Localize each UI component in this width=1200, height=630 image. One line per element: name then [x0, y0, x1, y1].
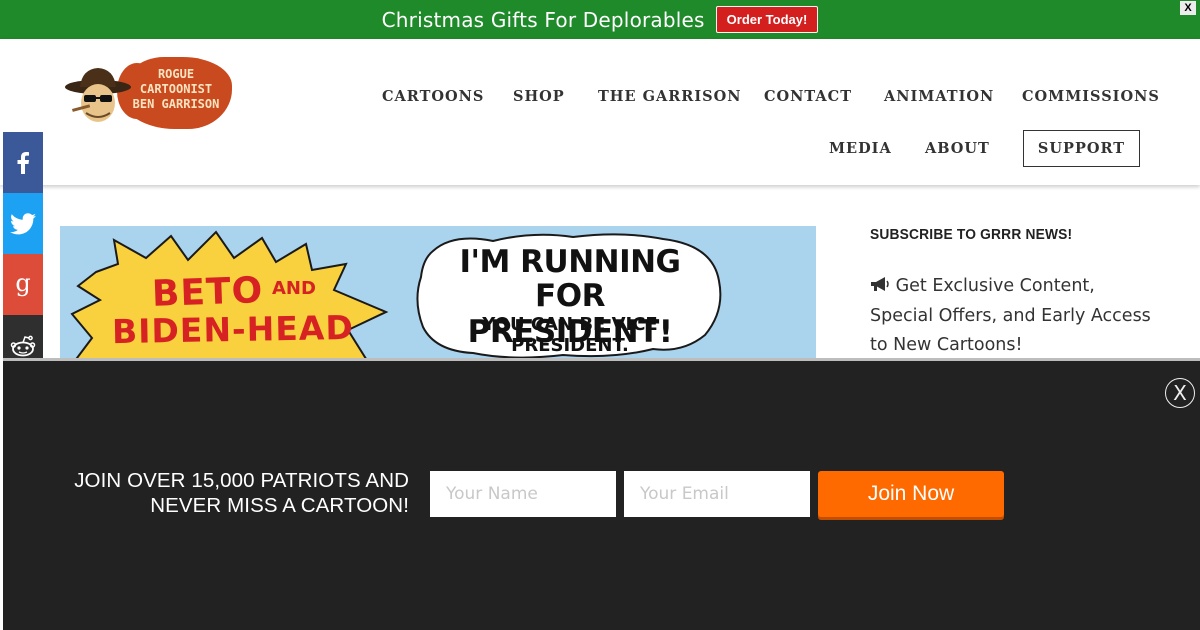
megaphone-icon	[871, 277, 889, 291]
promo-banner: Christmas Gifts For Deplorables Order To…	[0, 0, 1200, 39]
share-twitter-button[interactable]	[3, 193, 43, 254]
popup-headline: JOIN OVER 15,000 PATRIOTS AND NEVER MISS…	[63, 468, 409, 518]
nav-item-commissions[interactable]: COMMISSIONS	[1022, 88, 1160, 105]
popup-close-button[interactable]: X	[1165, 378, 1195, 408]
order-today-button[interactable]: Order Today!	[715, 6, 819, 33]
cartoon-title-beto: BETO	[151, 270, 264, 315]
cartoon-title-and: AND	[272, 278, 316, 299]
promo-text: Christmas Gifts For Deplorables	[381, 7, 705, 32]
facebook-icon	[17, 151, 29, 174]
nav-item-about[interactable]: ABOUT	[925, 140, 990, 157]
subscribe-text: Get Exclusive Content, Special Offers, a…	[870, 276, 1151, 355]
newsletter-popup: X JOIN OVER 15,000 PATRIOTS AND NEVER MI…	[3, 358, 1200, 630]
nav-item-animation[interactable]: ANIMATION	[884, 88, 994, 105]
site-logo[interactable]: ROGUE CARTOONIST BEN GARRISON	[62, 55, 232, 131]
email-input[interactable]	[624, 471, 810, 517]
nav-item-shop[interactable]: SHOP	[513, 88, 565, 105]
share-google-plus-button[interactable]: g	[3, 254, 43, 315]
support-button[interactable]: SUPPORT	[1023, 130, 1140, 167]
popup-headline-line1: JOIN OVER 15,000 PATRIOTS AND	[74, 469, 409, 492]
nav-item-contact[interactable]: CONTACT	[764, 88, 852, 105]
nav-item-media[interactable]: MEDIA	[829, 140, 892, 157]
cowboy-face-icon	[65, 68, 131, 122]
reddit-icon	[10, 335, 36, 356]
share-facebook-button[interactable]	[3, 132, 43, 193]
speech-line-3: YOU CAN BE VICE PRESIDENT.	[482, 314, 658, 356]
featured-cartoon[interactable]: BETO AND BIDEN-HEAD I'M RUNNING FOR PRES…	[60, 226, 816, 366]
subscribe-heading: SUBSCRIBE TO GRRR NEWS!	[870, 227, 1073, 243]
nav-item-the-garrison[interactable]: THE GARRISON	[598, 88, 741, 105]
logo-text-line1: ROGUE	[157, 67, 195, 81]
join-now-button[interactable]: Join Now	[818, 471, 1004, 517]
subscribe-text-block: Get Exclusive Content, Special Offers, a…	[870, 272, 1160, 361]
popup-headline-line2: NEVER MISS A CARTOON!	[150, 494, 409, 517]
page-root: Christmas Gifts For Deplorables Order To…	[0, 0, 1200, 630]
speech-line-1: I'M RUNNING	[459, 244, 681, 280]
promo-close-button[interactable]: X	[1180, 1, 1196, 15]
logo-text-line2: CARTOONIST	[139, 82, 213, 96]
name-input[interactable]	[430, 471, 616, 517]
logo-text-line3: BEN GARRISON	[132, 97, 220, 111]
logo-text: ROGUE CARTOONIST BEN GARRISON	[126, 67, 226, 112]
cartoon-title-biden-head: BIDEN-HEAD	[111, 307, 355, 352]
google-plus-icon: g	[15, 268, 31, 297]
nav-item-cartoons[interactable]: CARTOONS	[382, 88, 484, 105]
twitter-icon	[10, 212, 36, 234]
site-header: ROGUE CARTOONIST BEN GARRISON CARTOONS S…	[0, 39, 1200, 185]
